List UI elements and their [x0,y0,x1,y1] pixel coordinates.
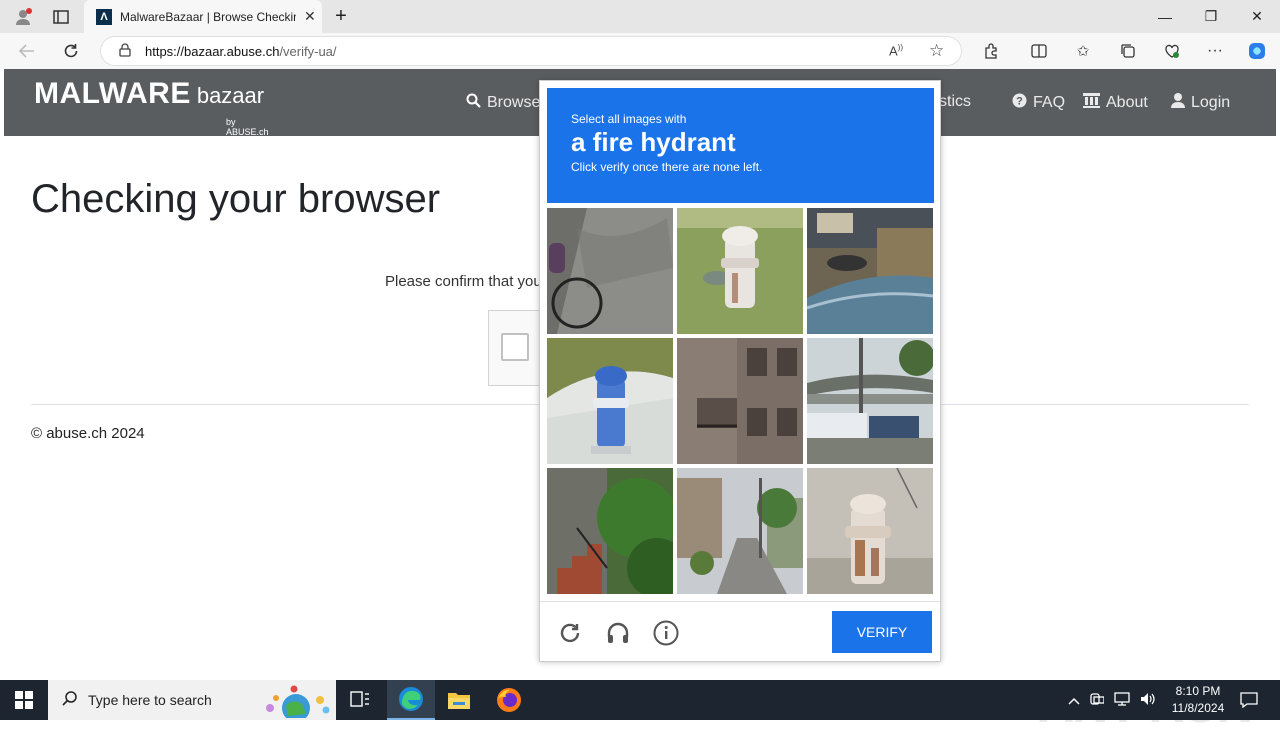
profile-icon[interactable] [8,0,38,33]
lock-icon[interactable] [119,42,131,60]
malwarebazaar-favicon: Λ [96,8,112,25]
captcha-tile-4[interactable] [547,338,673,464]
footer-copyright: © abuse.ch 2024 [31,425,145,442]
nav-login-label: Login [1191,93,1231,111]
browser-tab-bar: Λ MalwareBazaar | Browse Checkin ✕ + — ❐… [0,0,1280,33]
search-icon [62,690,78,710]
close-tab-icon[interactable]: ✕ [304,8,316,25]
tab-title: MalwareBazaar | Browse Checkin [120,9,296,24]
tab-actions-icon[interactable] [46,0,76,33]
logo-sub: bazaar [196,83,265,108]
captcha-prompt: Select all images with a fire hydrant Cl… [547,88,934,203]
nav-browse[interactable]: Browse [466,93,540,112]
captcha-tile-7[interactable] [547,468,673,594]
captcha-tile-2[interactable] [677,208,803,334]
start-button[interactable] [0,680,48,720]
logo-by: by ABUSE.ch [226,117,269,137]
restore-button[interactable]: ❐ [1188,0,1234,33]
show-hidden-icons-icon[interactable] [1068,693,1080,708]
browser-essentials-icon[interactable] [1161,40,1183,62]
captcha-checkbox[interactable] [501,333,529,361]
info-icon[interactable] [652,619,680,647]
url-host: https://bazaar.abuse.ch [145,43,280,59]
captcha-prompt-line1: Select all images with [571,112,687,126]
captcha-tile-9[interactable] [807,468,933,594]
search-placeholder: Type here to search [88,692,212,708]
captcha-challenge-dialog: Select all images with a fire hydrant Cl… [539,80,941,662]
url-path: /verify-ua/ [279,43,337,59]
captcha-tile-6[interactable] [807,338,933,464]
copilot-icon[interactable] [1246,40,1268,62]
minimize-button[interactable]: — [1142,0,1188,33]
captcha-footer-divider [540,601,940,602]
new-tab-button[interactable]: + [326,0,356,33]
task-view-icon[interactable] [336,680,384,720]
file-explorer-icon[interactable] [435,680,483,720]
more-menu-icon[interactable]: ··· [1204,40,1226,62]
search-highlight-icon [262,684,332,722]
refresh-icon[interactable] [60,40,82,62]
captcha-instructions: Click verify once there are none left. [571,160,763,174]
volume-icon[interactable] [1140,692,1156,709]
notification-icon[interactable] [1234,680,1264,720]
collections-icon[interactable] [1117,40,1139,62]
clock-date: 11/8/2024 [1171,701,1225,715]
windows-taskbar: Type here to search 8:10 PM 11/8/2024 [0,680,1280,722]
logo-main: MALWARE [34,77,191,110]
headphones-icon[interactable] [604,619,632,647]
question-circle-icon: ? [1012,93,1027,112]
favorites-icon[interactable]: ✩ [1072,40,1094,62]
nav-faq[interactable]: ? FAQ [1012,93,1065,112]
extensions-icon[interactable] [980,40,1002,62]
verify-button[interactable]: VERIFY [832,611,932,653]
browser-toolbar: https://bazaar.abuse.ch/verify-ua/ A)) ☆… [0,33,1280,69]
network-icon[interactable] [1114,691,1130,709]
taskbar-clock[interactable]: 8:10 PM 11/8/2024 [1162,683,1234,717]
favorite-star-icon[interactable]: ☆ [929,41,944,61]
nav-about-label: About [1106,93,1148,111]
close-window-button[interactable]: ✕ [1234,0,1280,33]
captcha-tile-1[interactable] [547,208,673,334]
refresh-icon[interactable] [556,619,584,647]
edge-taskbar-icon[interactable] [387,680,435,720]
search-icon [466,93,481,112]
captcha-tile-3[interactable] [807,208,933,334]
system-tray [1068,680,1156,720]
user-icon [1171,93,1185,112]
read-aloud-icon[interactable]: A)) [889,43,903,58]
nav-faq-label: FAQ [1033,93,1066,111]
address-bar[interactable]: https://bazaar.abuse.ch/verify-ua/ A)) ☆ [100,36,962,66]
meet-now-icon[interactable] [1090,692,1105,709]
nav-login[interactable]: Login [1171,93,1230,112]
confirm-text: Please confirm that you [385,273,542,290]
nav-about[interactable]: About [1083,93,1148,112]
taskbar-search-box[interactable]: Type here to search [48,680,336,722]
malwarebazaar-logo[interactable]: MALWARE bazaar by ABUSE.ch [34,77,269,137]
captcha-target-object: a fire hydrant [571,127,736,157]
firefox-icon[interactable] [485,680,533,720]
captcha-tile-5[interactable] [677,338,803,464]
nav-browse-label: Browse [487,93,541,111]
back-arrow-icon[interactable] [16,40,38,62]
browser-tab[interactable]: Λ MalwareBazaar | Browse Checkin ✕ [84,0,322,33]
page-heading: Checking your browser [31,177,441,221]
institution-icon [1083,93,1100,112]
svg-text:?: ? [1016,96,1023,108]
clock-time: 8:10 PM [1175,684,1221,698]
captcha-tile-8[interactable] [677,468,803,594]
split-screen-icon[interactable] [1028,40,1050,62]
